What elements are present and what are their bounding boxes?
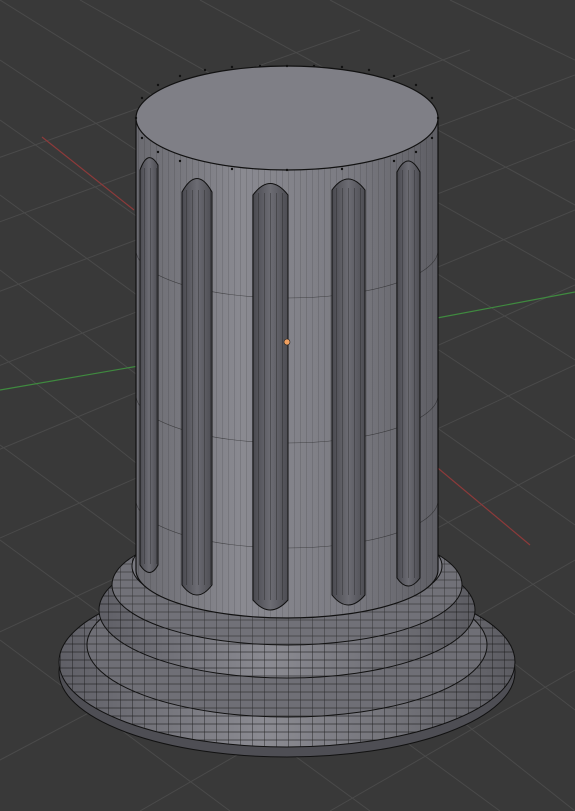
y-axis-line-right bbox=[436, 291, 575, 319]
column-shaft[interactable] bbox=[135, 117, 439, 619]
flute-2 bbox=[181, 178, 213, 596]
viewport-scene[interactable] bbox=[0, 0, 575, 811]
object-origin-icon[interactable] bbox=[283, 338, 291, 346]
flute-4 bbox=[331, 178, 366, 606]
y-axis-line bbox=[0, 363, 151, 391]
column-top-face[interactable] bbox=[135, 65, 439, 171]
flute-1 bbox=[139, 157, 159, 573]
flute-3 bbox=[252, 183, 289, 611]
x-axis-line bbox=[41, 136, 135, 211]
3d-viewport[interactable] bbox=[0, 0, 575, 811]
flute-5 bbox=[396, 160, 421, 587]
